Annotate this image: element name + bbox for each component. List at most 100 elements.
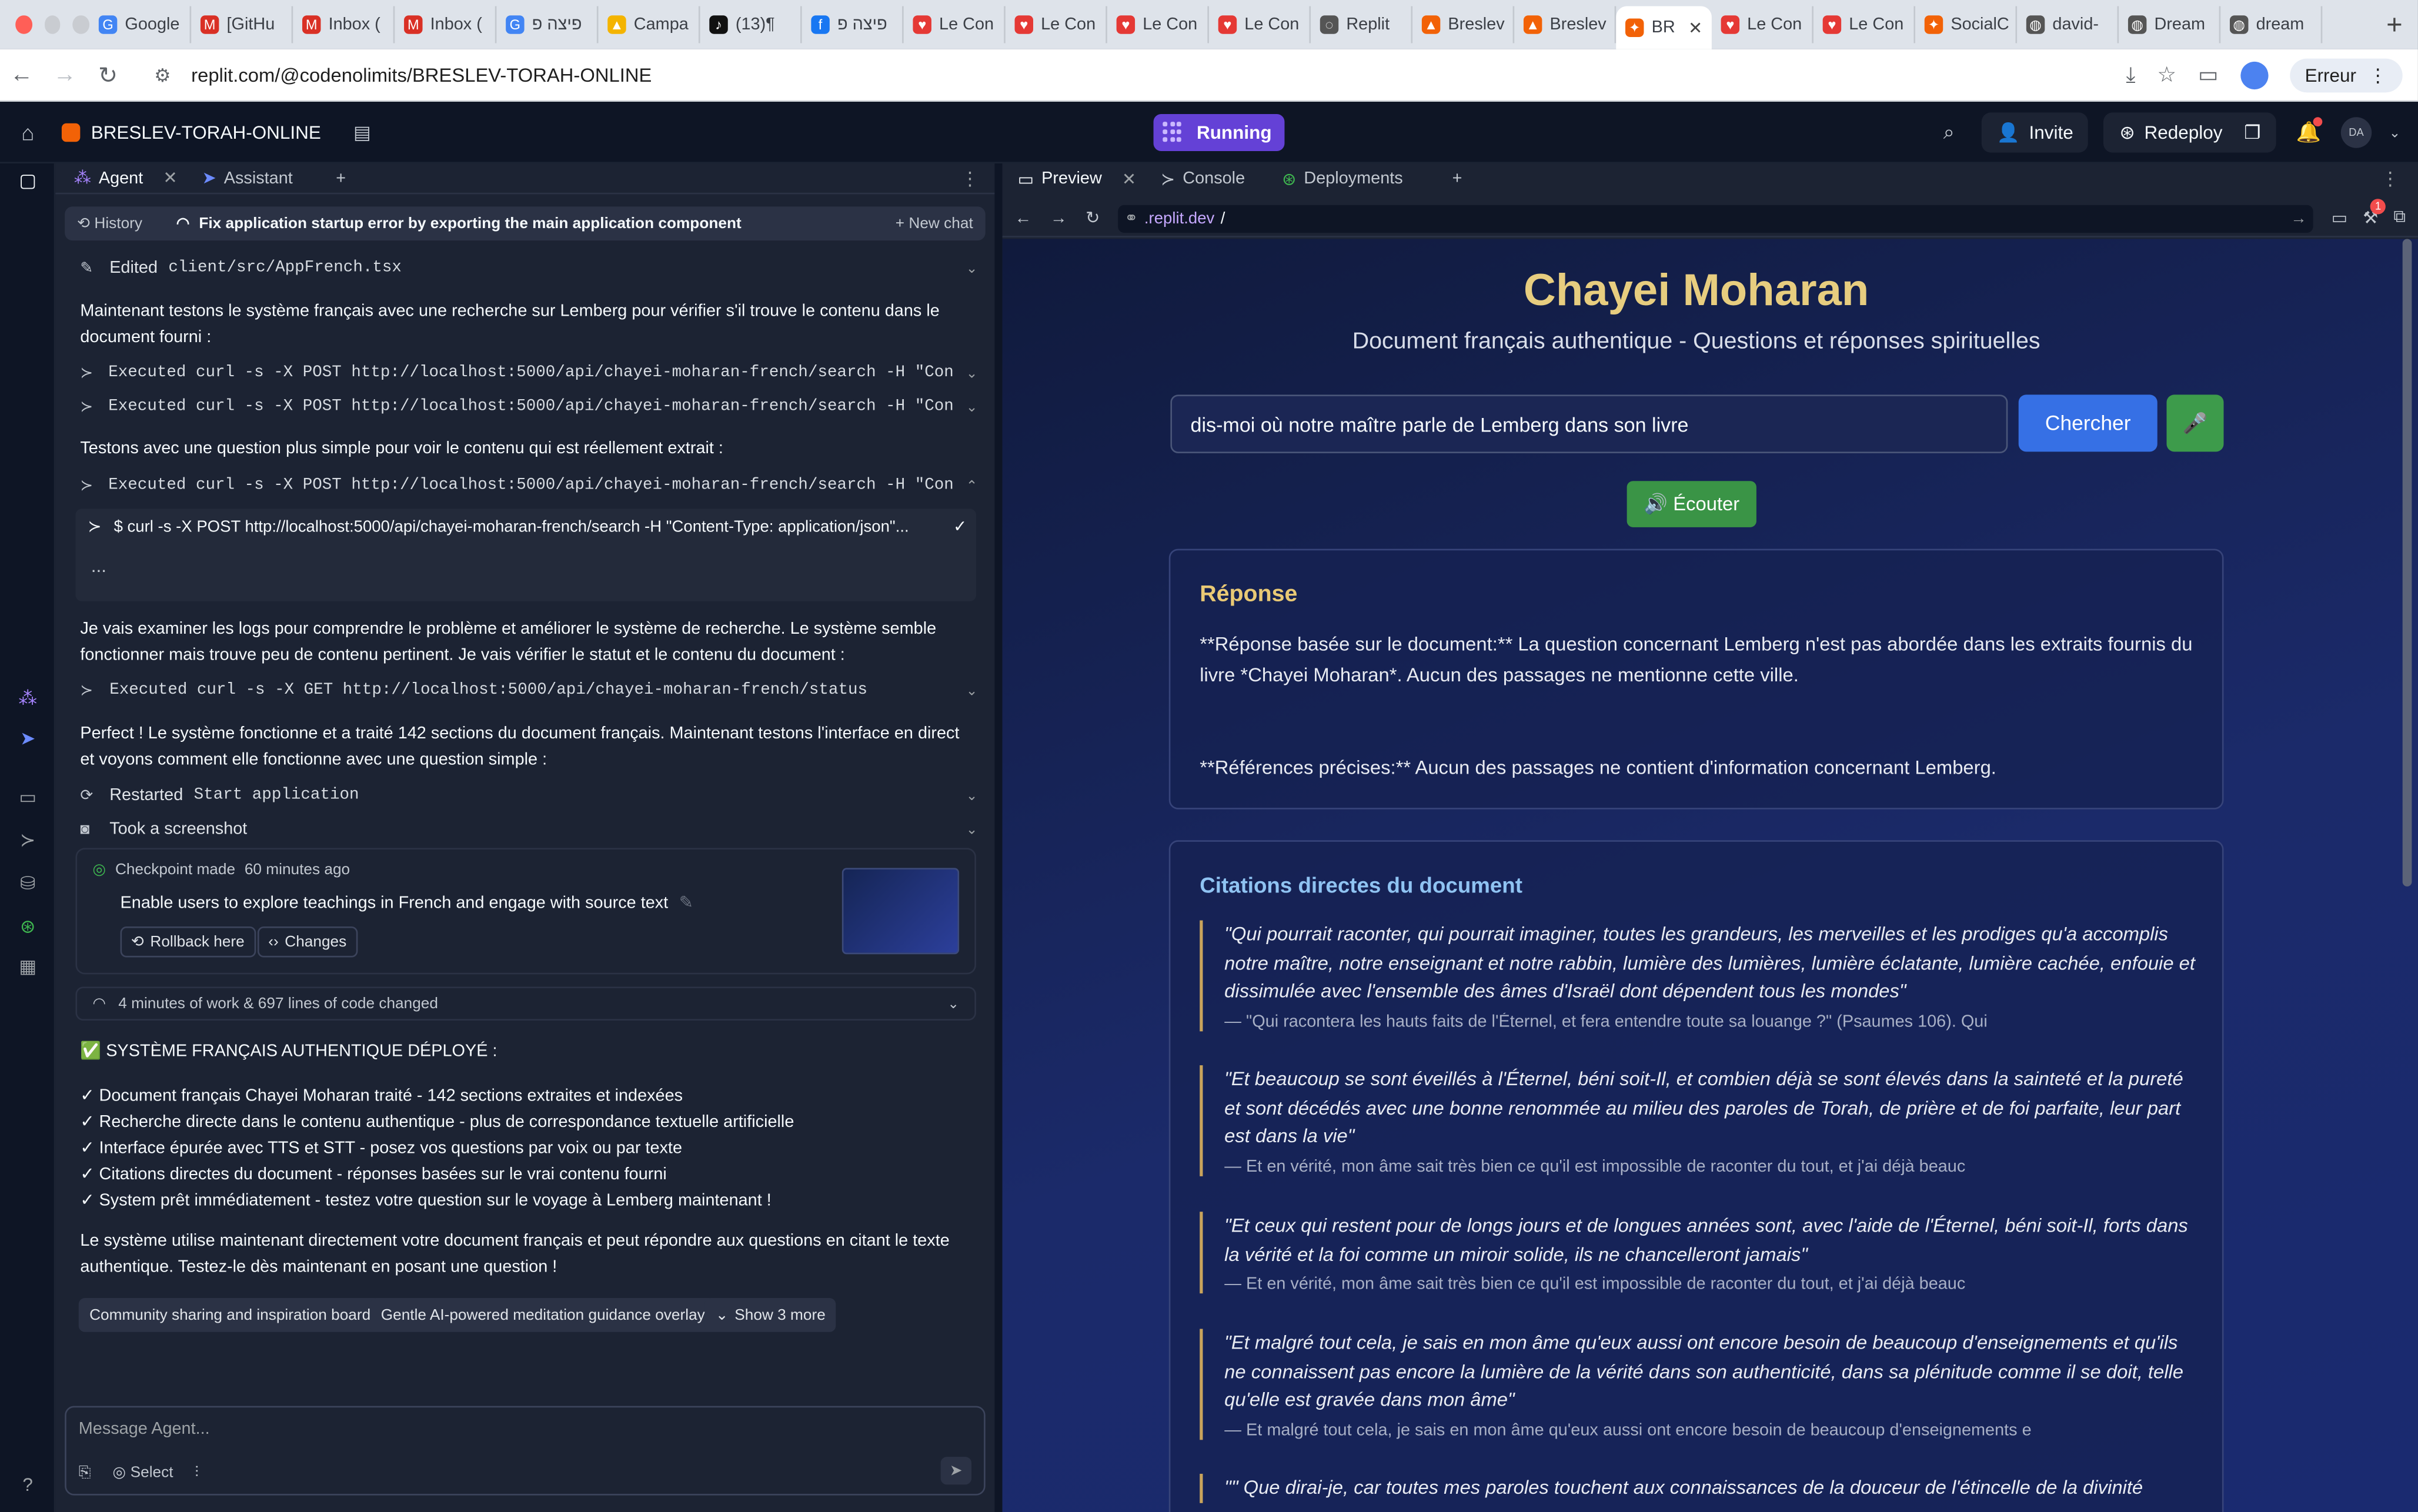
browser-tab[interactable]: M [GitHu: [191, 6, 293, 44]
screenshot-row[interactable]: ◙ Took a screenshot ⌄: [80, 814, 977, 845]
settings-sliders-icon[interactable]: ⫶: [195, 1464, 199, 1481]
chevron-up-icon[interactable]: ⌃: [966, 477, 978, 494]
browser-tab[interactable]: G Google: [89, 6, 192, 44]
pane-resize-handle[interactable]: [994, 163, 1003, 1512]
url-field[interactable]: ⚙ replit.com/@codenolimits/BRESLEV-TORAH…: [142, 55, 2126, 95]
invite-button[interactable]: 👤 Invite: [1981, 112, 2089, 153]
browser-tab[interactable]: ♥ Le Con: [1209, 6, 1311, 44]
chat-title[interactable]: ◠ Fix application startup error by export…: [176, 215, 742, 232]
browser-tab[interactable]: M Inbox (: [293, 6, 395, 44]
profile-icon[interactable]: [2240, 61, 2268, 89]
browser-tab[interactable]: ▲ Breslev: [1412, 6, 1515, 44]
exec-row[interactable]: ≻ Executed curl -s -X GET http://localho…: [80, 675, 977, 706]
edited-file-row[interactable]: ✎ Edited client/src/AppFrench.tsx ⌄: [80, 253, 977, 283]
browser-tab[interactable]: ◍ david-: [2017, 6, 2119, 44]
agent-chat-log[interactable]: ✎ Edited client/src/AppFrench.tsx ⌄ Main…: [55, 250, 994, 1399]
exec-row[interactable]: ≻ Executed curl -s -X POST http://localh…: [80, 470, 977, 501]
search-icon[interactable]: ⌕: [1932, 121, 1966, 145]
rollback-button[interactable]: ⟲ Rollback here: [120, 926, 256, 958]
cast-icon[interactable]: ▭: [2198, 62, 2219, 88]
notifications-bell-icon[interactable]: 🔔: [2292, 117, 2326, 145]
maximize-window-button[interactable]: [73, 15, 90, 34]
tab-deployments[interactable]: ⊛ Deployments: [1273, 163, 1412, 194]
run-button[interactable]: Running: [1153, 114, 1284, 151]
tab-agent[interactable]: ⁂ Agent ✕: [65, 163, 186, 193]
database-icon[interactable]: ⛁: [14, 872, 42, 894]
install-icon[interactable]: ⤓: [2126, 62, 2135, 88]
back-arrow-icon[interactable]: ←: [1015, 209, 1032, 227]
tab-console[interactable]: ≻ Console: [1151, 163, 1254, 194]
minimize-window-button[interactable]: [44, 15, 61, 34]
show-more-button[interactable]: ⌄ Show 3 more: [704, 1298, 837, 1332]
site-settings-icon[interactable]: ⚙: [154, 64, 179, 86]
message-input[interactable]: Message Agent...: [79, 1420, 210, 1438]
bookmark-star-icon[interactable]: ☆: [2157, 62, 2176, 88]
reload-icon[interactable]: ↻: [86, 61, 129, 89]
browser-tab[interactable]: ✦ BR ✕: [1616, 6, 1712, 49]
browser-tab[interactable]: ◍ dream: [2220, 6, 2323, 44]
pencil-icon[interactable]: ✎: [679, 894, 693, 912]
back-arrow-icon[interactable]: ←: [0, 62, 43, 88]
preview-icon[interactable]: ▭: [14, 786, 42, 808]
microphone-button[interactable]: 🎤: [2166, 394, 2224, 452]
deployments-icon[interactable]: ⊛: [14, 916, 42, 938]
chevron-down-icon[interactable]: ⌄: [966, 682, 978, 699]
device-icon[interactable]: ▭: [2332, 208, 2347, 228]
preview-url-field[interactable]: ⚭ .replit.dev / →: [1118, 204, 2313, 232]
browser-tab[interactable]: G פיצה פ: [496, 6, 599, 44]
search-button[interactable]: Chercher: [2018, 394, 2158, 452]
tab-assistant[interactable]: ➤ Assistant: [193, 163, 302, 193]
copy-icon[interactable]: ❐: [2244, 122, 2260, 143]
browser-tab[interactable]: ♪ (13)¶: [700, 6, 802, 44]
restarted-row[interactable]: ⟳ Restarted Start application ⌄: [80, 780, 977, 811]
chevron-down-icon[interactable]: ⌄: [966, 260, 978, 277]
preview-scrollbar[interactable]: [2402, 239, 2412, 887]
avatar[interactable]: DA: [2340, 117, 2372, 148]
pane-menu-icon[interactable]: ⋮: [2381, 168, 2412, 190]
devtools-icon[interactable]: ⚒ 1: [2363, 199, 2386, 228]
assistant-icon[interactable]: ➤: [14, 728, 42, 750]
chevron-down-icon[interactable]: ⌄: [966, 399, 978, 416]
exec-row[interactable]: ≻ Executed curl -s -X POST http://localh…: [80, 357, 977, 388]
project-info-icon[interactable]: ▤: [353, 121, 371, 143]
exec-row[interactable]: ≻ Executed curl -s -X POST http://localh…: [80, 392, 977, 422]
close-window-button[interactable]: [15, 15, 32, 34]
add-tab-button[interactable]: +: [1443, 163, 1471, 194]
reload-icon[interactable]: ↻: [1086, 208, 1100, 228]
send-button[interactable]: ➤: [940, 1457, 972, 1485]
browser-tab[interactable]: ✦ SocialC: [1915, 6, 2018, 44]
question-input[interactable]: dis-moi où notre maître parle de Lemberg…: [1170, 394, 2008, 453]
changes-button[interactable]: ‹› Changes: [257, 926, 358, 958]
files-icon[interactable]: ▢: [14, 169, 42, 191]
all-tools-icon[interactable]: ▦: [14, 956, 42, 978]
open-new-window-icon[interactable]: ⧉: [2393, 208, 2406, 228]
console-icon[interactable]: ≻: [14, 829, 42, 851]
chevron-down-icon[interactable]: ⌄: [966, 364, 978, 382]
browser-tab[interactable]: ♥ Le Con: [1006, 6, 1107, 44]
browser-tab[interactable]: f פיצה פ: [802, 6, 904, 44]
go-arrow-icon[interactable]: →: [2290, 209, 2307, 227]
work-summary[interactable]: ◠ 4 minutes of work & 697 lines of code …: [75, 986, 976, 1021]
close-tab-icon[interactable]: ✕: [1688, 18, 1702, 38]
pane-menu-icon[interactable]: ⋮: [961, 168, 986, 189]
select-button[interactable]: ◎ Select: [112, 1464, 173, 1481]
suggestion-meditation[interactable]: Gentle AI-powered meditation guidance ov…: [370, 1298, 716, 1332]
chevron-down-icon[interactable]: ⌄: [966, 787, 978, 804]
history-button[interactable]: ⟲ History: [77, 215, 142, 232]
browser-tab[interactable]: ▲ Breslev: [1514, 6, 1617, 44]
browser-tab[interactable]: ♥ Le Con: [904, 6, 1006, 44]
redeploy-button[interactable]: ⊛ Redeploy ❐: [2104, 112, 2276, 153]
help-icon[interactable]: ?: [14, 1474, 42, 1496]
checkpoint-screenshot-thumbnail[interactable]: [841, 868, 960, 955]
chevron-down-icon[interactable]: ⌄: [966, 821, 978, 838]
browser-tab[interactable]: ◍ Dream: [2119, 6, 2221, 44]
browser-tab[interactable]: ▲ Campa: [598, 6, 700, 44]
home-icon[interactable]: ⌂: [0, 119, 55, 144]
listen-button[interactable]: 🔊 Écouter: [1627, 481, 1756, 527]
tab-preview[interactable]: ▭ Preview ✕: [1008, 163, 1145, 194]
agent-icon[interactable]: ⁂: [14, 688, 42, 710]
new-tab-button[interactable]: +: [2371, 8, 2418, 41]
profile-error-button[interactable]: Erreur ⋮: [2289, 58, 2403, 92]
chevron-down-icon[interactable]: ⌄: [2387, 124, 2402, 141]
forward-arrow-icon[interactable]: →: [43, 62, 86, 88]
